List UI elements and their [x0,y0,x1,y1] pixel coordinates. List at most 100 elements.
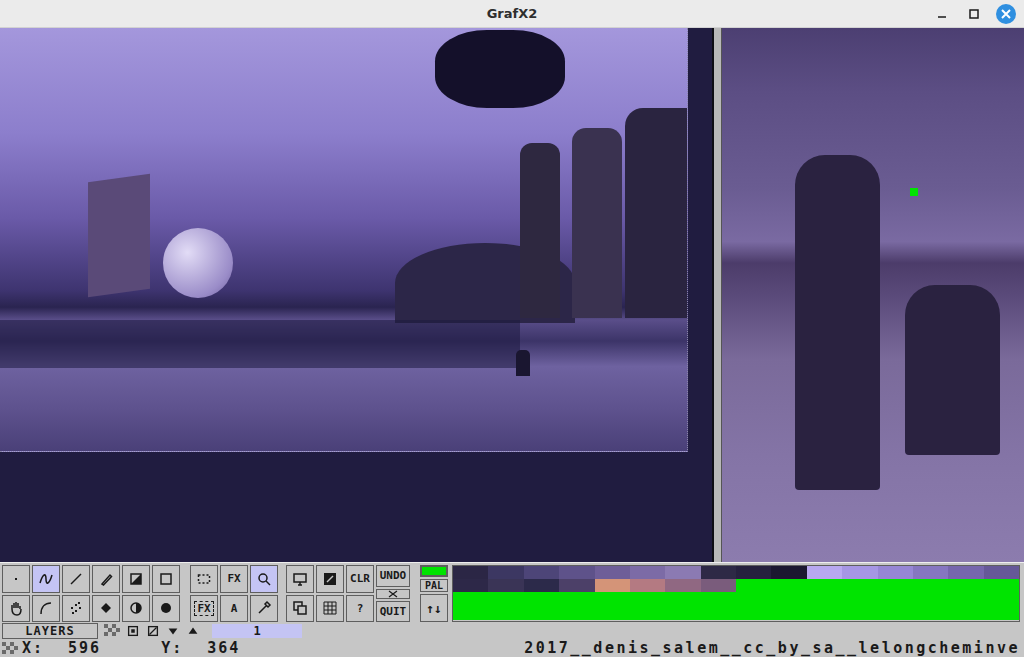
brush-icon [98,571,114,587]
palette-cell[interactable] [488,579,523,592]
tool-button[interactable] [316,595,344,623]
palette-cell[interactable] [913,566,948,579]
layer-label: 1 [253,624,260,638]
tool-button[interactable] [250,565,278,593]
tool-face [98,571,114,587]
palette-cell[interactable] [559,566,594,579]
main-view[interactable] [0,28,712,562]
palette-cell[interactable] [842,579,877,592]
palette-cell[interactable] [771,579,806,592]
transparency-icon[interactable] [104,624,120,638]
layer-square-icon[interactable] [126,624,140,638]
tool-column [250,565,278,622]
tool-button[interactable] [190,565,218,593]
layer-item[interactable]: 1 [212,624,302,638]
gradient-circle-icon [128,600,144,616]
tool-button[interactable] [92,595,120,623]
palette-cell[interactable] [984,566,1019,579]
settings-icon [322,571,338,587]
palette-cell[interactable] [630,579,665,592]
palette-cell[interactable] [878,566,913,579]
palette-cell[interactable] [736,566,771,579]
tool-button[interactable]: FX [220,565,248,593]
close-icon[interactable] [994,2,1018,26]
figures-shape [516,350,530,376]
tool-column: FXA [220,565,248,622]
tool-button[interactable] [62,595,90,623]
tool-button[interactable] [92,565,120,593]
toolbar: FXFXACLR?UNDOQUITPAL↑↓ [0,562,1024,622]
tool-button[interactable] [122,595,150,623]
palette-cell[interactable] [524,566,559,579]
y-value: 364 [207,640,240,657]
tool-button[interactable] [152,595,180,623]
tool-button[interactable] [152,565,180,593]
palette-cell[interactable] [701,566,736,579]
palette-cell[interactable] [595,579,630,592]
palette-cell[interactable] [878,579,913,592]
layer-delete-icon[interactable] [146,624,160,638]
palette-row [453,579,1019,592]
tool-button[interactable]: UNDO [376,565,410,587]
tool-face [322,571,338,587]
tool-group: CLR?UNDO QUIT [286,565,410,622]
tool-button[interactable] [286,565,314,593]
palette-cell[interactable] [984,579,1019,592]
palette-cell[interactable] [842,566,877,579]
tool-face [158,571,174,587]
palette-cell[interactable] [488,566,523,579]
palette-cell[interactable] [630,566,665,579]
palette-cell[interactable] [559,579,594,592]
tool-column [286,565,314,622]
palette-cell[interactable] [736,579,771,592]
palette-cell[interactable] [453,579,488,592]
tool-button[interactable]: QUIT [376,601,410,623]
palette-cell[interactable] [807,579,842,592]
artwork-picture[interactable] [0,28,688,452]
palette-cell[interactable] [701,579,736,592]
swap-colors-button[interactable]: ↑↓ [420,594,448,622]
tool-button[interactable] [316,565,344,593]
tool-column [92,565,120,622]
tool-button[interactable]: A [220,595,248,623]
tool-face [322,600,338,616]
maximize-icon[interactable] [962,2,986,26]
palette-rest[interactable] [453,592,1019,620]
green-pixel [910,188,918,196]
tool-button[interactable] [250,595,278,623]
tool-button[interactable]: CLR [346,565,374,593]
window-controls [930,0,1018,28]
palette-cell[interactable] [913,579,948,592]
view-separator[interactable] [712,28,722,562]
tool-button[interactable] [32,595,60,623]
tool-label: FX [194,601,213,616]
palette-cell[interactable] [665,579,700,592]
palette-cell[interactable] [665,566,700,579]
fore-color-swatch[interactable] [420,565,448,577]
layers-button[interactable]: LAYERS [2,623,98,639]
tool-button[interactable] [376,589,410,599]
palette-cell[interactable] [524,579,559,592]
palette-cell[interactable] [595,566,630,579]
palette-cell[interactable] [948,566,983,579]
tool-button[interactable]: ? [346,595,374,623]
palette-cell[interactable] [807,566,842,579]
tool-button[interactable] [2,595,30,623]
palette-cell[interactable] [771,566,806,579]
palette-cell[interactable] [948,579,983,592]
zoom-view[interactable] [722,28,1024,562]
tool-button[interactable] [32,565,60,593]
hand-icon [8,600,24,616]
magnifier-icon [256,571,272,587]
move-down-icon[interactable] [166,624,180,638]
tool-face [292,571,308,587]
tool-button[interactable] [2,565,30,593]
tool-button[interactable] [286,595,314,623]
tool-button[interactable] [122,565,150,593]
move-up-icon[interactable] [186,624,200,638]
minimize-icon[interactable] [930,2,954,26]
tool-button[interactable] [62,565,90,593]
palette-cell[interactable] [453,566,488,579]
tool-button[interactable]: FX [190,595,218,623]
palette-button[interactable]: PAL [420,579,448,592]
